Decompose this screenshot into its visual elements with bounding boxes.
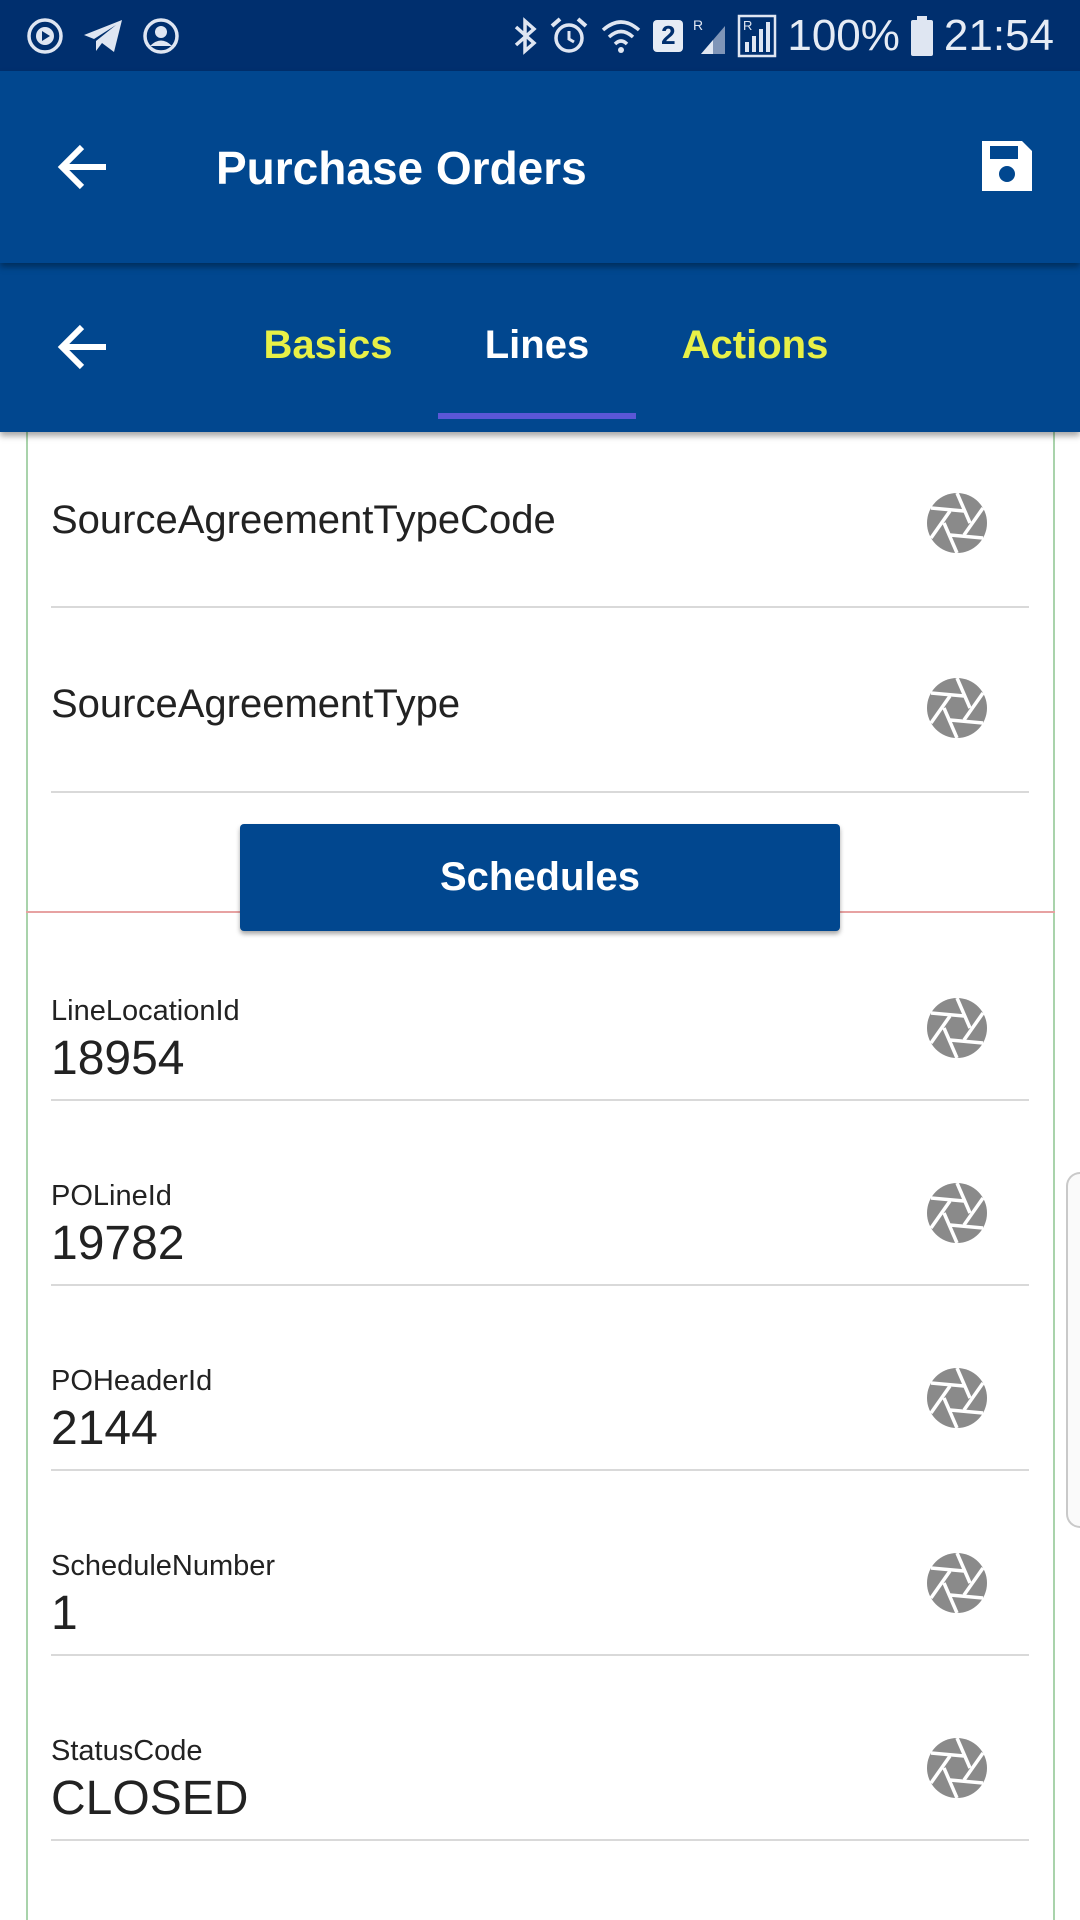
field-label: POLineId <box>51 1180 172 1212</box>
tab-lines[interactable]: Lines <box>438 323 636 368</box>
camera-shutter-icon[interactable] <box>926 1737 988 1799</box>
list-item: POHeaderId 2144 <box>51 1286 1029 1471</box>
arrow-back-icon[interactable] <box>56 319 112 375</box>
camera-shutter-icon[interactable] <box>926 677 988 739</box>
schedules-button-area: Schedules <box>26 791 1055 931</box>
bluetooth-icon <box>511 16 539 56</box>
svg-text:R: R <box>693 17 703 33</box>
alarm-icon <box>549 16 589 56</box>
scroll-handle[interactable] <box>1066 1172 1080 1528</box>
svg-text:R: R <box>743 18 752 33</box>
field-value: 1 <box>51 1587 78 1640</box>
battery-percent: 100% <box>787 10 900 60</box>
status-bar: 2 R R 100% 21:54 <box>0 0 1080 71</box>
list-item: SourceAgreementType <box>51 608 1029 793</box>
account-icon <box>142 17 180 55</box>
camera-shutter-icon[interactable] <box>926 1367 988 1429</box>
tab-bar: Basics Lines Actions <box>0 263 1080 432</box>
content-panel: SourceAgreementTypeCode SourceAgreementT… <box>0 432 1080 1920</box>
camera-shutter-icon[interactable] <box>926 1182 988 1244</box>
play-icon <box>26 17 64 55</box>
clock: 21:54 <box>943 10 1054 60</box>
active-tab-indicator <box>438 413 636 419</box>
field-label: POHeaderId <box>51 1365 213 1397</box>
field-value: 18954 <box>51 1032 185 1085</box>
field-value: 19782 <box>51 1217 185 1270</box>
battery-icon <box>910 15 934 57</box>
wifi-icon <box>599 16 643 56</box>
list-item: POLineId 19782 <box>51 1101 1029 1286</box>
tab-basics[interactable]: Basics <box>238 323 418 368</box>
list-item: LineLocationId 18954 <box>51 915 1029 1101</box>
field-label: SourceAgreementTypeCode <box>51 498 556 542</box>
camera-shutter-icon[interactable] <box>926 997 988 1059</box>
camera-shutter-icon[interactable] <box>926 492 988 554</box>
save-icon[interactable] <box>978 137 1036 195</box>
list-item: ScheduleNumber 1 <box>51 1471 1029 1656</box>
list-item: StatusCode CLOSED <box>51 1656 1029 1841</box>
app-bar: Purchase Orders <box>0 71 1080 263</box>
camera-shutter-icon[interactable] <box>926 1552 988 1614</box>
field-label: StatusCode <box>51 1735 203 1767</box>
field-label: ScheduleNumber <box>51 1550 276 1582</box>
signal-roaming-icon: R <box>737 14 777 58</box>
field-label: SourceAgreementType <box>51 682 461 726</box>
signal-icon: R <box>693 16 727 56</box>
page-title: Purchase Orders <box>216 142 587 194</box>
list-item: SourceAgreementTypeCode <box>51 432 1029 608</box>
field-value: CLOSED <box>51 1772 249 1825</box>
arrow-back-icon[interactable] <box>56 139 112 195</box>
tab-actions[interactable]: Actions <box>656 323 854 368</box>
field-value: 2144 <box>51 1402 158 1455</box>
telegram-icon <box>82 17 124 55</box>
field-label: LineLocationId <box>51 995 240 1027</box>
sim-badge: 2 <box>653 19 684 52</box>
